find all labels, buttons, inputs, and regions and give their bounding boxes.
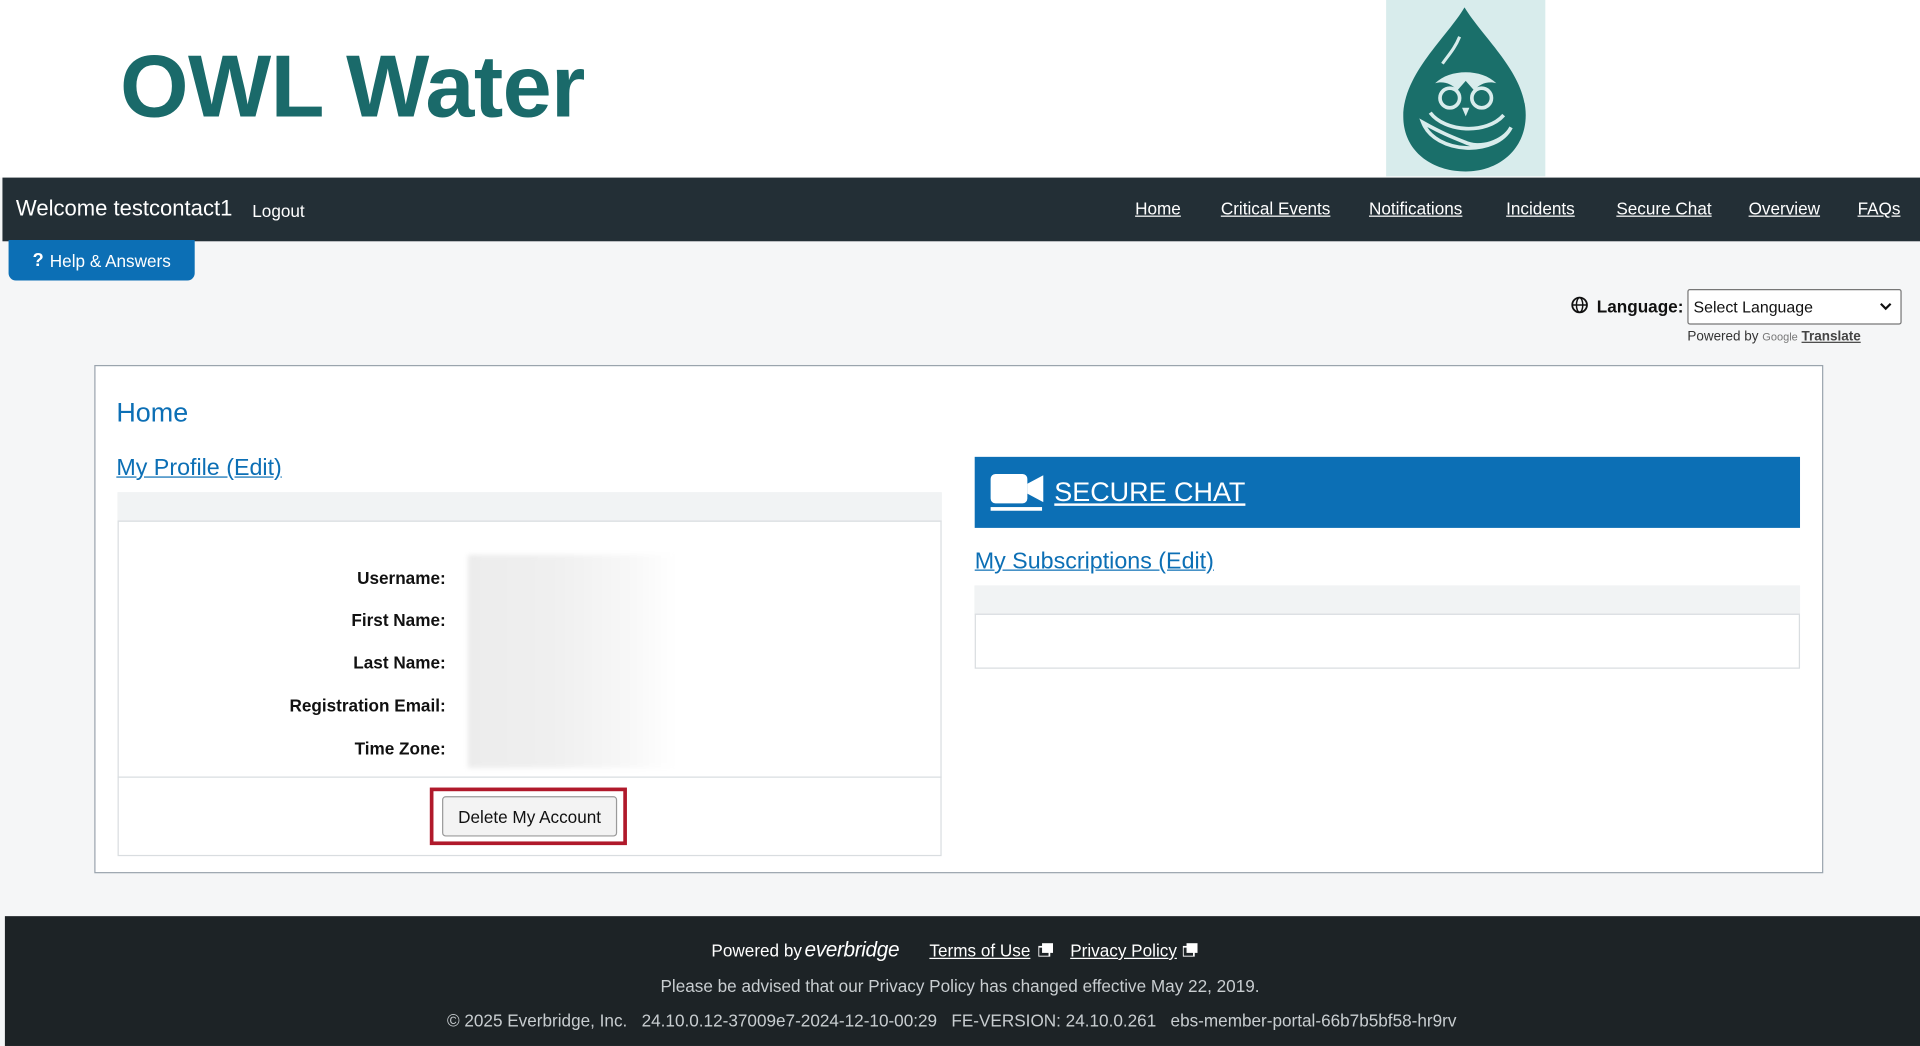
powered-by-text: Powered by xyxy=(1687,329,1759,345)
video-camera-icon xyxy=(990,473,1044,511)
secure-chat-label: SECURE CHAT xyxy=(1054,476,1246,508)
top-navigation-bar: Welcome testcontact1 Logout Home Critica… xyxy=(2,177,1920,242)
owl-drop-logo xyxy=(1386,0,1546,177)
version-info: © 2025 Everbridge, Inc. 24.10.0.12-37009… xyxy=(447,1010,1456,1030)
my-profile-edit-link[interactable]: My Profile (Edit) xyxy=(116,456,281,483)
welcome-message: Welcome testcontact1 xyxy=(15,195,233,221)
chevron-down-icon xyxy=(1880,302,1892,311)
registration-email-label: Registration Email: xyxy=(289,695,446,716)
nav-link-home[interactable]: Home xyxy=(1135,198,1181,218)
google-translate-credit: Powered by Google Translate xyxy=(1687,329,1860,344)
translate-link[interactable]: Translate xyxy=(1802,329,1861,344)
help-answers-label: Help & Answers xyxy=(49,250,171,271)
secure-chat-banner[interactable]: SECURE CHAT xyxy=(974,456,1801,528)
nav-link-critical-events[interactable]: Critical Events xyxy=(1221,198,1331,218)
terms-of-use-link[interactable]: Terms of Use xyxy=(929,941,1030,961)
globe-icon xyxy=(1571,296,1588,314)
external-link-icon xyxy=(1182,943,1198,957)
nav-link-secure-chat[interactable]: Secure Chat xyxy=(1616,198,1711,218)
nav-link-incidents[interactable]: Incidents xyxy=(1506,198,1575,218)
build-version: 24.10.0.12-37009e7-2024-12-10-00:29 xyxy=(641,1010,938,1031)
nav-link-notifications[interactable]: Notifications xyxy=(1369,198,1462,218)
nav-link-faqs[interactable]: FAQs xyxy=(1858,198,1901,218)
pod-name: ebs-member-portal-66b7b5bf58-hr9rv xyxy=(1170,1010,1457,1031)
delete-my-account-button[interactable]: Delete My Account xyxy=(442,796,618,837)
logout-link[interactable]: Logout xyxy=(252,201,304,221)
time-zone-label: Time Zone: xyxy=(354,738,446,759)
help-answers-button[interactable]: ? Help & Answers xyxy=(8,240,195,281)
last-name-label: Last Name: xyxy=(353,652,446,673)
privacy-notice: Please be advised that our Privacy Polic… xyxy=(660,976,1260,996)
redacted-profile-values xyxy=(467,554,676,768)
language-label: Language: xyxy=(1596,296,1684,316)
copyright: © 2025 Everbridge, Inc. xyxy=(446,1010,628,1031)
brand-title: OWL Water xyxy=(120,37,585,136)
question-icon: ? xyxy=(32,249,44,271)
google-logo: Google xyxy=(1762,330,1798,343)
divider xyxy=(117,776,942,778)
profile-panel-header xyxy=(117,492,942,522)
language-select-value: Select Language xyxy=(1693,297,1813,316)
language-select[interactable]: Select Language xyxy=(1687,289,1902,325)
everbridge-wordmark: everbridge xyxy=(804,938,900,962)
footer-powered-by: Powered by xyxy=(711,940,802,961)
subscriptions-panel-header xyxy=(974,585,1801,615)
privacy-policy-link[interactable]: Privacy Policy xyxy=(1070,941,1177,961)
page-title: Home xyxy=(116,396,189,428)
username-label: Username: xyxy=(357,568,446,588)
first-name-label: First Name: xyxy=(351,609,446,630)
my-subscriptions-edit-link[interactable]: My Subscriptions (Edit) xyxy=(975,549,1214,576)
nav-link-overview[interactable]: Overview xyxy=(1749,198,1820,218)
fe-version: FE-VERSION: 24.10.0.261 xyxy=(951,1010,1157,1031)
external-link-icon xyxy=(1038,943,1054,957)
everbridge-logo: everbridge xyxy=(804,938,899,962)
